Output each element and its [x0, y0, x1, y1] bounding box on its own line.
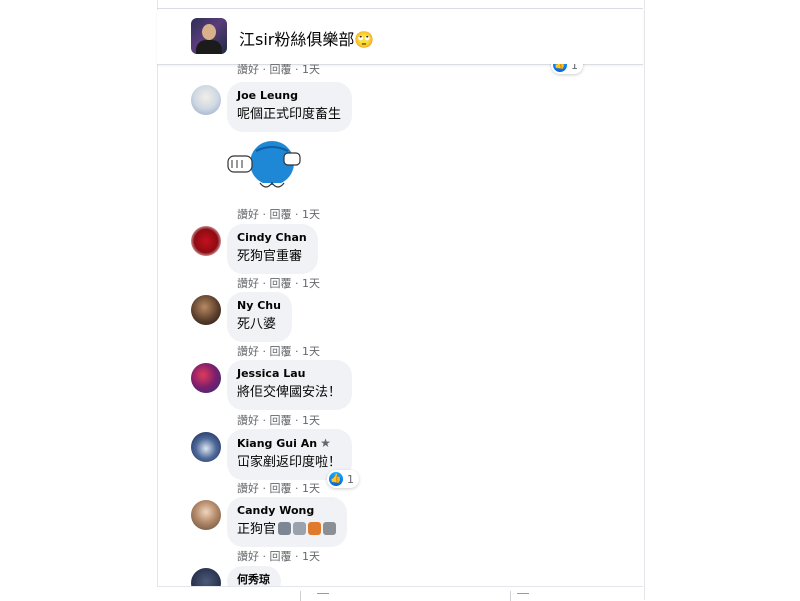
reply-link[interactable]: 回覆: [270, 208, 292, 221]
separator-dot: ·: [262, 208, 267, 221]
like-link[interactable]: 讚好: [237, 550, 259, 563]
avatar[interactable]: [191, 363, 221, 393]
comment-bubble: Cindy Chan 死狗官重審: [227, 224, 318, 274]
avatar[interactable]: [191, 226, 221, 256]
top-divider: [157, 8, 643, 9]
comment-actions: 讚好 · 回覆 · 1天: [237, 64, 320, 77]
reply-link[interactable]: 回覆: [270, 550, 292, 563]
avatar[interactable]: [191, 500, 221, 530]
comment-author[interactable]: Ny Chu: [237, 299, 281, 313]
reaction-count-badge[interactable]: 👍 1: [551, 64, 583, 74]
like-link[interactable]: 讚好: [237, 345, 259, 358]
reply-link[interactable]: 回覆: [270, 277, 292, 290]
timestamp[interactable]: 1天: [302, 550, 320, 563]
comment-author[interactable]: 何秀琼: [237, 573, 270, 587]
like-reaction-icon: 👍: [329, 472, 343, 486]
comment-author[interactable]: Candy Wong: [237, 504, 336, 518]
wolf-emoji-icon: [293, 522, 307, 535]
toolbar-mark: [517, 593, 529, 594]
comment-text: 死八婆: [237, 317, 277, 332]
comment-author[interactable]: Joe Leung: [237, 89, 341, 103]
reaction-count-badge[interactable]: 👍 1: [327, 470, 359, 488]
comment-bubble: Jessica Lau 將佢交俾國安法！: [227, 360, 353, 410]
comment-author[interactable]: Jessica Lau: [237, 367, 341, 381]
author-name: Kiang Gui An: [237, 437, 318, 450]
raccoon-emoji-icon: [323, 522, 337, 535]
like-link[interactable]: 讚好: [237, 482, 259, 495]
comment-actions: 讚好 · 回覆 · 1天: [237, 480, 320, 496]
avatar[interactable]: [191, 85, 221, 115]
reply-link[interactable]: 回覆: [270, 64, 292, 76]
separator-dot: ·: [262, 345, 267, 358]
separator-dot: ·: [295, 64, 299, 76]
comment-bubble: Joe Leung 呢個正式印度畜生: [227, 82, 353, 132]
reaction-count: 1: [571, 64, 578, 72]
comment-text: 冚家剷返印度啦！: [237, 455, 342, 470]
separator-dot: ·: [262, 64, 267, 76]
group-title[interactable]: 江sir粉絲俱樂部🙄: [239, 26, 374, 50]
comment-actions: 讚好 · 回覆 · 1天: [237, 275, 320, 291]
timestamp[interactable]: 1天: [302, 482, 320, 495]
comment-actions: 讚好 · 回覆 · 1天: [237, 206, 320, 222]
comment-actions: 讚好 · 回覆 · 1天: [237, 548, 320, 564]
group-avatar[interactable]: [191, 18, 227, 54]
separator-dot: ·: [295, 482, 299, 495]
separator-dot: ·: [262, 550, 267, 563]
avatar[interactable]: [191, 295, 221, 325]
separator-dot: ·: [295, 277, 299, 290]
fox-emoji-icon: [308, 522, 322, 535]
timestamp[interactable]: 1天: [302, 208, 320, 221]
like-link[interactable]: 讚好: [237, 208, 259, 221]
top-fan-star-icon: ★: [320, 436, 331, 450]
group-avatar-body: [196, 40, 222, 54]
like-link[interactable]: 讚好: [237, 414, 259, 427]
comment-author[interactable]: Kiang Gui An ★: [237, 436, 341, 451]
like-link[interactable]: 讚好: [237, 277, 259, 290]
comment-bubble: Candy Wong 正狗官: [227, 497, 348, 547]
toolbar-mark: [317, 593, 329, 594]
separator-dot: ·: [295, 414, 299, 427]
comment-text: 正狗官: [237, 520, 337, 539]
reply-link[interactable]: 回覆: [270, 414, 292, 427]
reply-link[interactable]: 回覆: [270, 482, 292, 495]
avatar[interactable]: [191, 432, 221, 462]
comment-text: 將佢交俾國安法！: [237, 385, 342, 400]
dog-emoji-icon: [278, 522, 292, 535]
like-reaction-icon: 👍: [553, 64, 567, 72]
reaction-count: 1: [347, 472, 354, 486]
comment-text-body: 正狗官: [237, 522, 277, 537]
comment-text: 死狗官重審: [237, 249, 303, 264]
group-avatar-face: [202, 24, 216, 40]
fist-sticker[interactable]: [226, 133, 302, 193]
comment-author[interactable]: Cindy Chan: [237, 231, 307, 245]
reply-link[interactable]: 回覆: [270, 345, 292, 358]
comment-actions: 讚好 · 回覆 · 1天: [237, 343, 320, 359]
bottom-toolbar: [157, 586, 643, 601]
separator-dot: ·: [262, 414, 267, 427]
like-link[interactable]: 讚好: [237, 64, 259, 76]
separator-dot: ·: [262, 482, 267, 495]
timestamp[interactable]: 1天: [302, 414, 320, 427]
timestamp[interactable]: 1天: [302, 345, 320, 358]
timestamp[interactable]: 1天: [302, 64, 320, 76]
separator-dot: ·: [295, 208, 299, 221]
timestamp[interactable]: 1天: [302, 277, 320, 290]
comment-bubble: Ny Chu 死八婆: [227, 292, 292, 342]
comment-actions: 讚好 · 回覆 · 1天: [237, 412, 320, 428]
group-header: 江sir粉絲俱樂部🙄: [157, 10, 643, 65]
comment-feed[interactable]: 讚好 · 回覆 · 1天 👍 1 Joe Leung 呢個正式印度畜生 讚好 ·…: [176, 64, 636, 600]
comment-text: 呢個正式印度畜生: [237, 107, 342, 122]
separator-dot: ·: [295, 345, 299, 358]
separator-dot: ·: [262, 277, 267, 290]
separator-dot: ·: [295, 550, 299, 563]
